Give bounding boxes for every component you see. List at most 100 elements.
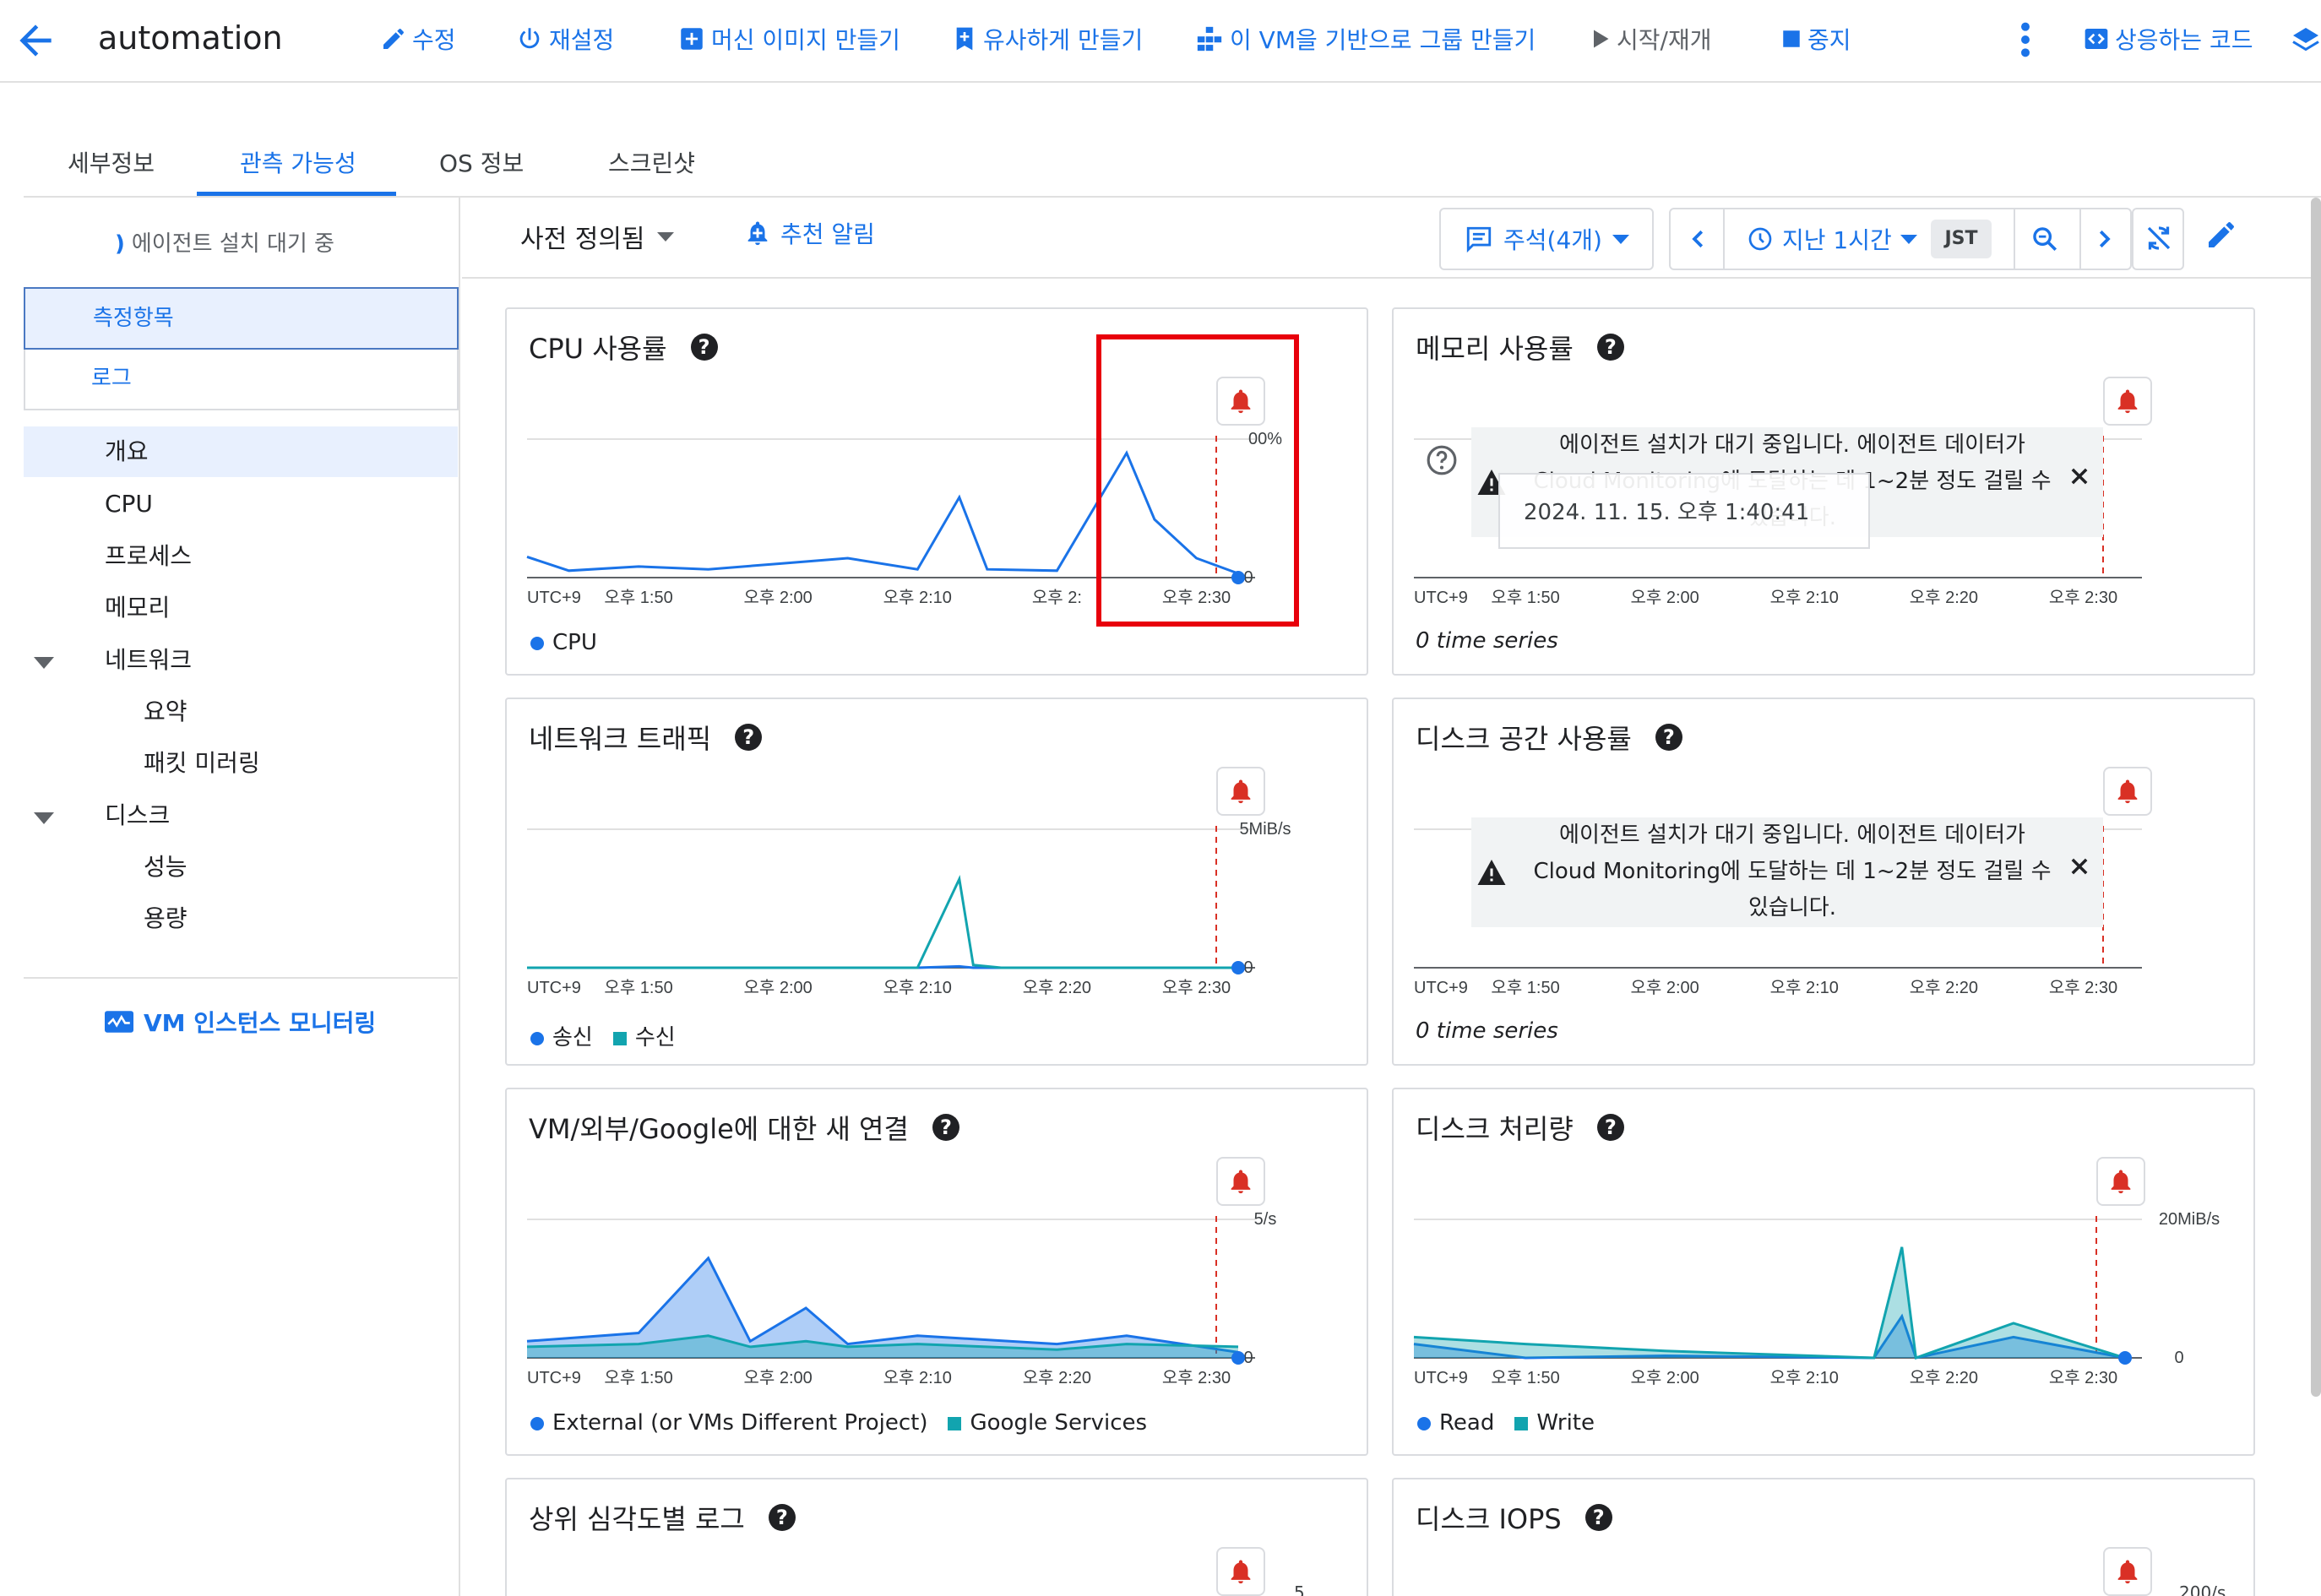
add-alert-icon	[747, 221, 768, 246]
disk-iops-title: 디스크 IOPS	[1416, 1503, 1562, 1535]
legend-external: External (or VMs Different Project)	[552, 1410, 928, 1436]
time-divider	[2014, 209, 2015, 269]
create-alert-button[interactable]	[1216, 1547, 1265, 1596]
legend-item[interactable]: Google Services	[948, 1410, 1147, 1436]
help-icon[interactable]: ?	[768, 1504, 796, 1531]
sidebar-item-disk-capacity[interactable]: 용량	[24, 893, 458, 944]
cpu-title: CPU 사용률	[529, 333, 667, 365]
x-tick-label: 오후 2:30	[1162, 978, 1231, 997]
x-tick-label-tz: UTC+9	[527, 1369, 581, 1387]
tab-os-info[interactable]: OS 정보	[439, 145, 524, 179]
sidebar-item-processes[interactable]: 프로세스	[24, 531, 458, 582]
time-divider	[2079, 209, 2081, 269]
tab-observability[interactable]: 관측 가능성	[240, 145, 356, 179]
sidebar-item-memory[interactable]: 메모리	[24, 583, 458, 633]
create-machine-image-label: 머신 이미지 만들기	[711, 26, 900, 54]
sync-disabled-icon	[2147, 226, 2171, 250]
legend-item[interactable]: CPU	[530, 630, 597, 655]
reset-button[interactable]: 재설정	[515, 19, 614, 59]
page-scrollbar[interactable]	[2311, 198, 2321, 1397]
layers-icon[interactable]	[2291, 24, 2321, 61]
tab-screenshot[interactable]: 스크린샷	[608, 145, 695, 179]
x-tick-label: 오후 2:10	[883, 1368, 952, 1387]
equivalent-code-label: 상응하는 코드	[2115, 26, 2253, 54]
legend-item[interactable]: External (or VMs Different Project)	[530, 1410, 927, 1436]
x-tick-label: 오후 2:00	[1631, 588, 1699, 607]
previous-range-icon[interactable]	[1686, 226, 1711, 255]
help-icon[interactable]: ?	[932, 1114, 959, 1141]
sidebar-item-cpu[interactable]: CPU	[24, 479, 458, 529]
stop-button[interactable]: 중지	[1780, 19, 1851, 59]
banner-line-1: 에이전트 설치가 대기 중입니다. 에이전트 데이터가	[1559, 822, 2025, 848]
start-resume-button[interactable]: 시작/재개	[1588, 19, 1711, 59]
chart-legend: External (or VMs Different Project) Goog…	[530, 1410, 1147, 1436]
series-area-1	[1414, 1246, 2125, 1358]
y-tick-label-zero: 0	[1243, 1349, 1253, 1367]
x-tick-label: 오후 2:20	[1023, 978, 1091, 997]
x-tick-label: 오후 2:00	[744, 978, 813, 997]
current-value-dot	[1231, 1351, 1245, 1365]
sync-off-button[interactable]	[2132, 208, 2184, 270]
annotations-button[interactable]: 주석(4개)	[1439, 208, 1654, 270]
sidebar-item-network-summary[interactable]: 요약	[24, 687, 458, 737]
help-outline-icon[interactable]	[1426, 444, 1458, 480]
tab-details[interactable]: 세부정보	[68, 145, 155, 179]
x-tick-label: 오후 1:50	[604, 1368, 672, 1387]
edit-dashboard-icon[interactable]	[2204, 218, 2238, 255]
zoom-icon[interactable]	[2030, 225, 2059, 257]
timezone-badge[interactable]: JST	[1931, 220, 1992, 258]
edit-label: 수정	[412, 26, 456, 54]
power-icon	[519, 28, 540, 49]
help-icon[interactable]: ?	[1596, 1114, 1624, 1141]
legend-item[interactable]: 수신	[612, 1020, 676, 1051]
next-range-icon[interactable]	[2091, 226, 2117, 255]
card-network-traffic: 네트워크 트래픽? UTC+9 오후 1:50 오후 2:00 오후 2:10 오후 2…	[505, 698, 1368, 1066]
more-vert-icon[interactable]	[2015, 20, 2036, 62]
agent-status-label: 에이전트 설치 대기 중	[131, 231, 334, 257]
create-alert-button[interactable]	[2096, 1157, 2145, 1206]
sidebar-item-network[interactable]: 네트워크	[24, 635, 458, 686]
legend-item[interactable]: Write	[1514, 1410, 1595, 1436]
card-title: 상위 심각도별 로그?	[529, 1498, 796, 1537]
x-tick-label: 오후 2:20	[1023, 1368, 1091, 1387]
create-machine-image-button[interactable]: 머신 이미지 만들기	[677, 19, 900, 59]
vm-monitoring-label: VM 인스턴스 모니터링	[144, 1009, 377, 1037]
monitoring-icon	[105, 1011, 133, 1033]
segment-logs[interactable]: 로그	[25, 350, 457, 409]
sidebar-item-packet-mirroring[interactable]: 패킷 미러링	[24, 738, 458, 789]
create-group-button[interactable]: 이 VM을 기반으로 그룹 만들기	[1194, 19, 1536, 59]
help-icon[interactable]: ?	[690, 334, 718, 361]
legend-item[interactable]: 송신	[530, 1020, 593, 1051]
create-alert-button[interactable]	[2103, 1547, 2152, 1596]
edit-button[interactable]: 수정	[380, 19, 456, 59]
help-icon[interactable]: ?	[735, 724, 763, 751]
sidebar-item-overview[interactable]: 개요	[24, 426, 458, 477]
help-icon[interactable]: ?	[1655, 724, 1682, 751]
x-tick-label-tz: UTC+9	[1414, 979, 1468, 997]
vm-instance-monitoring-link[interactable]: VM 인스턴스 모니터링	[105, 1005, 376, 1039]
predefined-dashboard-select[interactable]: 사전 정의됨	[520, 218, 674, 255]
network-title: 네트워크 트래픽	[529, 723, 712, 755]
help-icon[interactable]: ?	[1584, 1504, 1612, 1531]
banner-line-1: 에이전트 설치가 대기 중입니다. 에이전트 데이터가	[1559, 432, 2025, 458]
sidebar-divider	[24, 977, 458, 979]
legend-read: Read	[1439, 1410, 1495, 1436]
sidebar-item-disk-performance[interactable]: 성능	[24, 842, 458, 893]
create-alert-button[interactable]	[2103, 377, 2152, 426]
create-similar-button[interactable]: 유사하게 만들기	[951, 19, 1143, 59]
time-divider	[1723, 209, 1725, 269]
create-alert-button[interactable]	[1216, 767, 1265, 816]
segment-metrics[interactable]: 측정항목	[24, 287, 459, 350]
x-tick-label: 오후 1:50	[1491, 588, 1559, 607]
create-alert-button[interactable]	[2103, 767, 2152, 816]
sidebar-item-disk[interactable]: 디스크	[24, 790, 458, 841]
create-alert-button[interactable]	[1216, 1157, 1265, 1206]
legend-item[interactable]: Read	[1417, 1410, 1494, 1436]
help-icon[interactable]: ?	[1596, 334, 1624, 361]
recommended-alerts-button[interactable]: 추천 알림	[743, 216, 875, 250]
back-arrow-icon[interactable]	[12, 17, 59, 64]
close-icon[interactable]	[2068, 464, 2091, 488]
time-range-select[interactable]: 지난 1시간	[1747, 209, 1917, 269]
equivalent-code-button[interactable]: 상응하는 코드	[2083, 19, 2253, 59]
close-icon[interactable]	[2068, 855, 2091, 878]
